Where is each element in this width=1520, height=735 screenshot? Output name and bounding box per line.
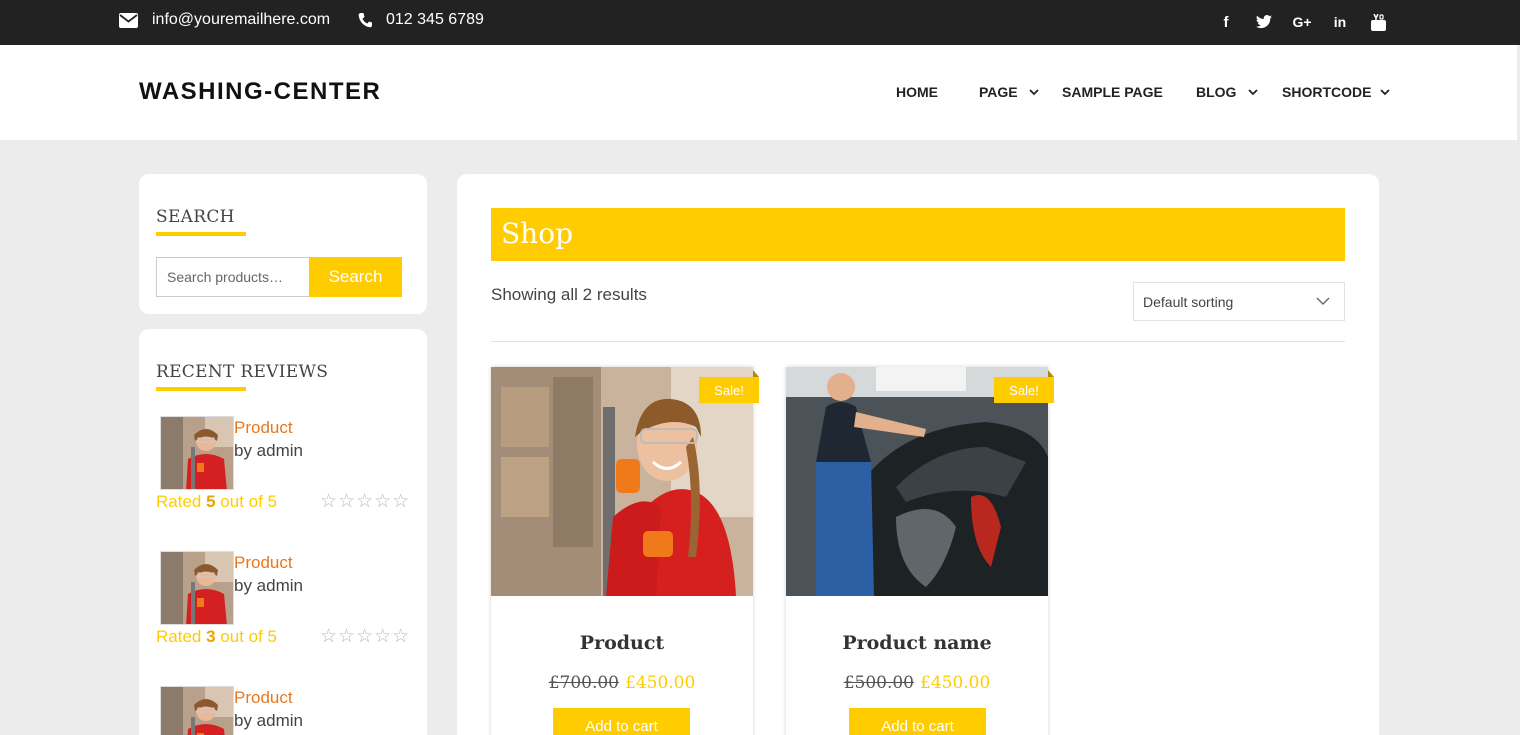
review-product-thumbnail[interactable] — [160, 551, 234, 625]
product-price: £700.00 £450.00 — [491, 673, 753, 693]
review-author: by admin — [234, 576, 303, 595]
product-title[interactable]: Product name — [786, 632, 1048, 654]
search-widget-title: SEARCH — [156, 207, 235, 227]
product-card[interactable]: Product name £500.00 £450.00 Add to cart — [786, 367, 1048, 735]
sale-badge: Sale! — [994, 377, 1054, 403]
phone-text: 012 345 6789 — [386, 11, 484, 28]
envelope-icon — [119, 12, 138, 28]
review-author: by admin — [234, 711, 303, 730]
review-product-link[interactable]: Product — [234, 418, 293, 438]
topbar: info@youremailhere.com 012 345 6789 f G+… — [0, 0, 1520, 45]
reviews-widget-title: RECENT REVIEWS — [156, 362, 329, 382]
old-price: £700.00 — [548, 673, 619, 693]
page-title: Shop — [501, 217, 573, 250]
sale-badge-fold — [1048, 370, 1054, 377]
site-logo[interactable]: WASHING-CENTER — [139, 78, 381, 106]
email-text: info@youremailhere.com — [152, 11, 331, 28]
review-product-thumbnail[interactable] — [160, 686, 234, 735]
title-underline — [156, 387, 246, 391]
chevron-down-icon[interactable] — [1029, 83, 1039, 99]
facebook-icon[interactable]: f — [1216, 12, 1236, 32]
review-rating-text: Rated 3 out of 5 — [156, 627, 277, 646]
youtube-icon[interactable] — [1368, 12, 1388, 32]
title-underline — [156, 232, 246, 236]
product-card[interactable]: Product £700.00 £450.00 Add to cart — [491, 367, 753, 735]
sale-badge: Sale! — [699, 377, 759, 403]
email-contact[interactable]: info@youremailhere.com — [119, 11, 330, 29]
phone-contact[interactable]: 012 345 6789 — [358, 11, 484, 29]
star-rating-icon: ☆☆☆☆☆ — [320, 491, 411, 512]
sort-select[interactable]: Default sorting — [1133, 282, 1345, 321]
review-product-link[interactable]: Product — [234, 688, 293, 708]
search-button[interactable]: Search — [309, 257, 402, 297]
sale-price: £450.00 — [920, 673, 991, 693]
sale-price: £450.00 — [625, 673, 696, 693]
nav-item-sample-page[interactable]: SAMPLE PAGE — [1062, 84, 1163, 100]
linkedin-icon[interactable]: in — [1330, 12, 1350, 32]
sort-value: Default sorting — [1143, 293, 1234, 310]
review-product-thumbnail[interactable] — [160, 416, 234, 490]
review-rating-text: Rated 5 out of 5 — [156, 492, 277, 511]
review-product-link[interactable]: Product — [234, 553, 293, 573]
star-rating-icon: ☆☆☆☆☆ — [320, 626, 411, 647]
product-title[interactable]: Product — [491, 632, 753, 654]
twitter-icon[interactable] — [1254, 12, 1274, 32]
nav-item-home[interactable]: HOME — [896, 84, 938, 100]
phone-icon — [358, 13, 372, 28]
divider — [491, 341, 1345, 342]
product-price: £500.00 £450.00 — [786, 673, 1048, 693]
social-links: f G+ in — [1216, 12, 1388, 32]
nav-item-blog[interactable]: BLOG — [1196, 84, 1236, 100]
google-plus-icon[interactable]: G+ — [1292, 12, 1312, 32]
search-input[interactable]: Search products… — [156, 257, 309, 297]
old-price: £500.00 — [843, 673, 914, 693]
review-author: by admin — [234, 441, 303, 460]
sale-badge-fold — [753, 370, 759, 377]
search-placeholder: Search products… — [167, 269, 283, 285]
chevron-down-icon[interactable] — [1248, 83, 1258, 99]
add-to-cart-button[interactable]: Add to cart — [849, 708, 986, 735]
shop-title-banner: Shop — [491, 208, 1345, 261]
nav-item-shortcode[interactable]: SHORTCODE — [1282, 84, 1371, 100]
result-count: Showing all 2 results — [491, 285, 647, 304]
add-to-cart-button[interactable]: Add to cart — [553, 708, 690, 735]
nav-item-page[interactable]: PAGE — [979, 84, 1018, 100]
site-header: WASHING-CENTER HOME PAGE SAMPLE PAGE BLO… — [0, 45, 1517, 140]
chevron-down-icon[interactable] — [1380, 83, 1390, 99]
chevron-down-icon — [1316, 292, 1330, 311]
